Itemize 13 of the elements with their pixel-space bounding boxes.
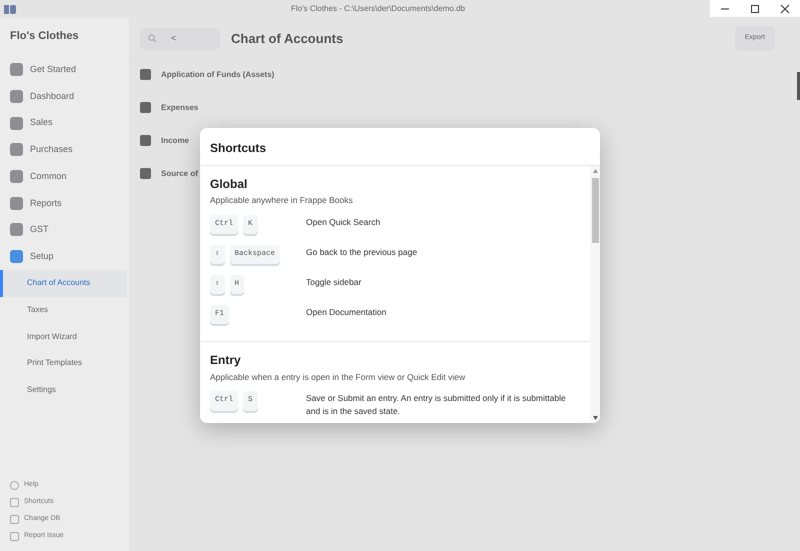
section-heading: Global: [210, 177, 248, 192]
shortcut-description: Open Quick Search: [306, 216, 382, 230]
section-description: Applicable when a entry is open in the Form view or Quick Edit view: [210, 370, 466, 384]
company-name: Flo's Clothes: [9, 29, 80, 44]
section-heading: Entry: [210, 353, 242, 368]
section-description: Applicable anywhere in Frappe Books: [210, 194, 354, 208]
shortcut-description: Save or Submit an entry. An entry is submitted only if it is submittable and is in the saved state.: [306, 392, 567, 418]
shortcut-description: Toggle sidebar: [306, 276, 362, 290]
page-title: Chart of Accounts: [231, 30, 344, 48]
window-title: Flo's Clothes - C:\Users\der\Documents\demo.db: [290, 3, 466, 15]
shortcut-description: Open Documentation: [306, 306, 388, 320]
dialog-title: Shortcuts: [200, 128, 600, 166]
shortcut-description: Go back to the previous page: [306, 246, 418, 260]
